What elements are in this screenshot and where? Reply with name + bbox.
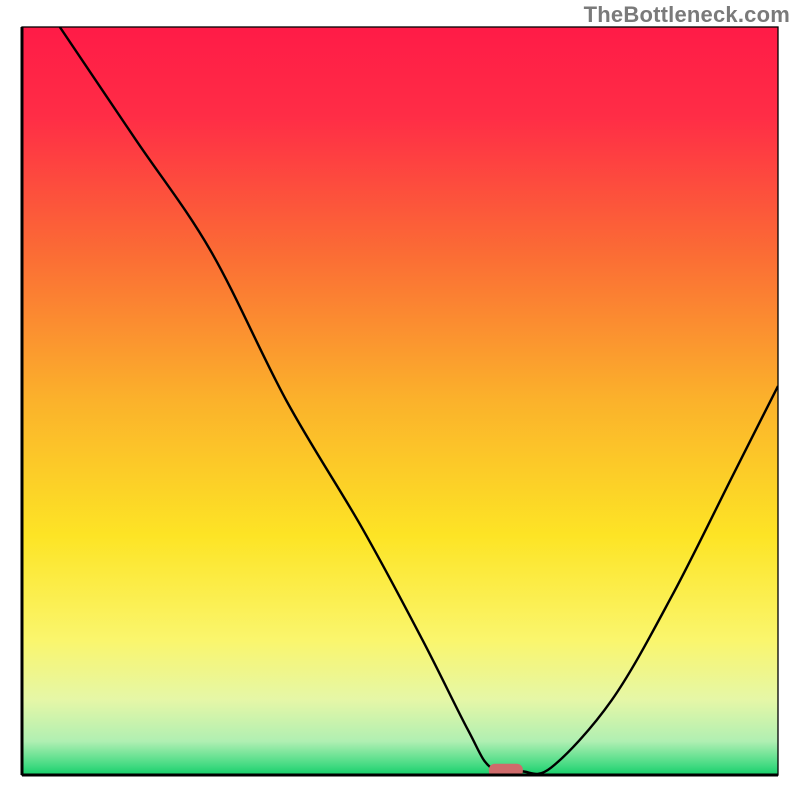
- bottleneck-chart: TheBottleneck.com: [0, 0, 800, 800]
- plot-svg: [0, 0, 800, 800]
- watermark-label: TheBottleneck.com: [584, 2, 790, 28]
